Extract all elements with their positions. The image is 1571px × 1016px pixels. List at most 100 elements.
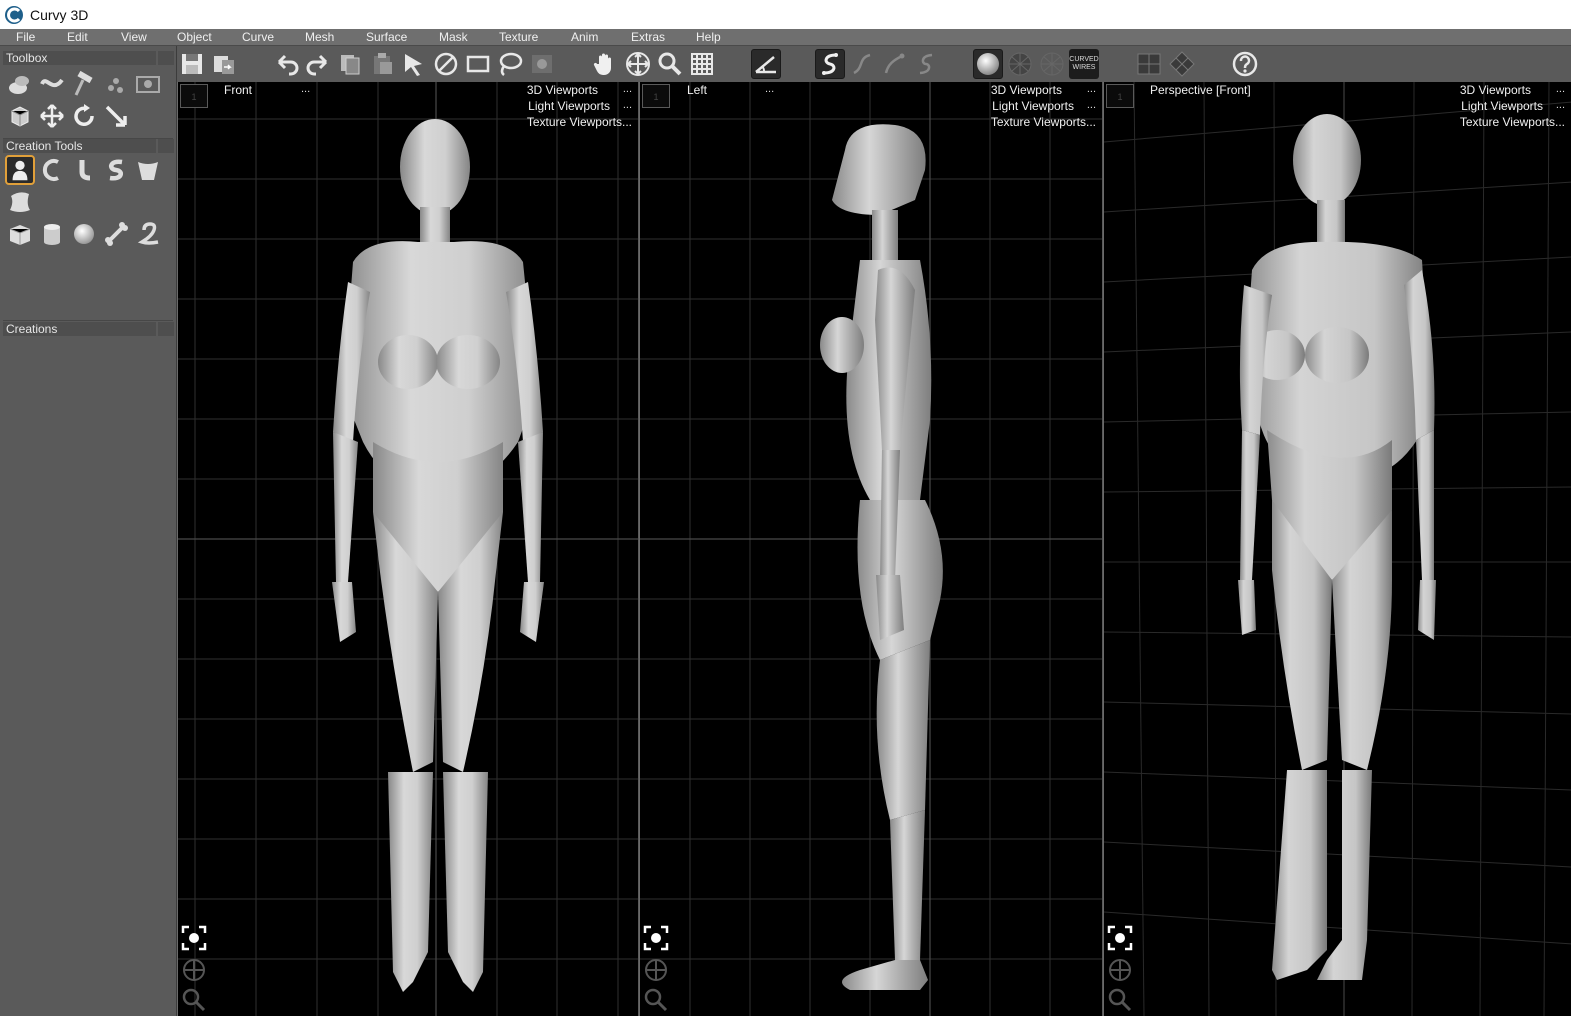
figure-front-model (332, 119, 544, 992)
tool-create-loft[interactable] (133, 155, 163, 185)
save-as-button[interactable] (209, 49, 239, 79)
link-texture-viewports[interactable]: Texture Viewports... (527, 115, 632, 129)
lasso-select-button[interactable] (495, 49, 525, 79)
ortho-view-button[interactable] (1167, 49, 1197, 79)
curved-wires-label-1: CURVED (1069, 56, 1099, 63)
tool-extrude[interactable] (5, 69, 35, 99)
link-light-viewports-dots[interactable]: ... (1087, 99, 1096, 111)
undo-button[interactable] (272, 49, 302, 79)
tool-create-lathe[interactable] (37, 155, 67, 185)
curved-wires-button[interactable]: CURVED WIRES (1069, 49, 1099, 79)
tool-create-patch[interactable] (5, 187, 35, 217)
link-3d-viewports[interactable]: 3D Viewports (991, 83, 1062, 97)
link-light-viewports[interactable]: Light Viewports (1461, 99, 1543, 113)
viewport-number[interactable]: 1 (1106, 84, 1134, 108)
menu-help[interactable]: Help (696, 30, 721, 44)
tool-scale[interactable] (101, 101, 131, 131)
wire-sphere-icon (1008, 52, 1032, 76)
angle-snap-button[interactable] (751, 49, 781, 79)
redo-button[interactable] (303, 49, 333, 79)
zoom-view-button[interactable] (1106, 986, 1134, 1014)
menu-extras[interactable]: Extras (631, 30, 665, 44)
tool-move[interactable] (37, 101, 67, 131)
viewport-number[interactable]: 1 (642, 84, 670, 108)
link-texture-viewports[interactable]: Texture Viewports... (991, 115, 1096, 129)
tool-snapshot[interactable] (133, 69, 163, 99)
viewport-options-dots[interactable]: ... (301, 83, 310, 95)
wireframe-shaded-button[interactable] (1005, 49, 1035, 79)
tool-create-figure[interactable] (5, 155, 35, 185)
help-icon (1232, 51, 1258, 77)
help-button[interactable] (1230, 49, 1260, 79)
link-3d-viewports[interactable]: 3D Viewports (1460, 83, 1531, 97)
zoom-view-button[interactable] (642, 986, 670, 1014)
select-button[interactable] (399, 49, 429, 79)
focus-button[interactable] (642, 924, 670, 952)
deselect-button[interactable] (431, 49, 461, 79)
orbit-button[interactable] (642, 956, 670, 984)
curve-draw-button[interactable] (815, 49, 845, 79)
viewport-options-dots[interactable]: ... (765, 83, 774, 95)
tool-box-select[interactable] (5, 101, 35, 131)
orbit-button[interactable] (1106, 956, 1134, 984)
grid-toggle-button[interactable] (687, 49, 717, 79)
mask-select-button[interactable] (527, 49, 557, 79)
move-view-button[interactable] (623, 49, 653, 79)
creation-tools-header[interactable]: Creation Tools (3, 139, 174, 153)
tool-create-cube[interactable] (5, 219, 35, 249)
menu-anim[interactable]: Anim (571, 30, 598, 44)
focus-button[interactable] (1106, 924, 1134, 952)
pan-button[interactable] (590, 49, 620, 79)
tool-points[interactable] (101, 69, 131, 99)
tool-create-sphere[interactable] (69, 219, 99, 249)
menu-view[interactable]: View (121, 30, 147, 44)
curve-edit-button[interactable] (879, 49, 909, 79)
viewport-front[interactable]: 1 Front ... 3D Viewports ... Light Viewp… (177, 82, 638, 1016)
wireframe-button[interactable] (1037, 49, 1067, 79)
viewport-left[interactable]: 1 Left ... 3D Viewports ... Light Viewpo… (639, 82, 1102, 1016)
curve-node-button[interactable] (911, 49, 941, 79)
zoom-view-button[interactable] (180, 986, 208, 1014)
tool-twist[interactable] (37, 69, 67, 99)
zoom-button[interactable] (655, 49, 685, 79)
menu-mesh[interactable]: Mesh (305, 30, 334, 44)
rect-select-button[interactable] (463, 49, 493, 79)
link-light-viewports[interactable]: Light Viewports (992, 99, 1074, 113)
copy-button[interactable] (335, 49, 365, 79)
viewport-number[interactable]: 1 (180, 84, 208, 108)
save-button[interactable] (177, 49, 207, 79)
link-3d-viewports-dots[interactable]: ... (623, 83, 632, 95)
tool-create-sweep[interactable] (101, 155, 131, 185)
focus-button[interactable] (180, 924, 208, 952)
link-3d-viewports[interactable]: 3D Viewports (527, 83, 598, 97)
link-light-viewports-dots[interactable]: ... (623, 99, 632, 111)
shaded-view-button[interactable] (973, 49, 1003, 79)
menu-texture[interactable]: Texture (499, 30, 538, 44)
creations-header[interactable]: Creations (3, 322, 174, 336)
menu-surface[interactable]: Surface (366, 30, 407, 44)
tool-create-curve-tube[interactable] (133, 219, 163, 249)
tool-create-tube[interactable] (69, 155, 99, 185)
single-view-button[interactable] (1134, 49, 1164, 79)
link-light-viewports-dots[interactable]: ... (1556, 99, 1565, 111)
link-texture-viewports[interactable]: Texture Viewports... (1460, 115, 1565, 129)
tool-create-cylinder[interactable] (37, 219, 67, 249)
tool-rotate[interactable] (69, 101, 99, 131)
toolbox-header[interactable]: Toolbox (3, 51, 174, 65)
menu-object[interactable]: Object (177, 30, 212, 44)
menu-file[interactable]: File (16, 30, 35, 44)
viewport-perspective[interactable]: 1 Perspective [Front] 3D Viewports ... L… (1103, 82, 1571, 1016)
curve-smooth-button[interactable] (847, 49, 877, 79)
orbit-button[interactable] (180, 956, 208, 984)
copy-icon (341, 55, 360, 75)
menu-curve[interactable]: Curve (242, 30, 274, 44)
tool-create-bone[interactable] (101, 219, 131, 249)
paste-icon (374, 53, 392, 74)
tool-hammer[interactable] (69, 69, 99, 99)
menu-mask[interactable]: Mask (439, 30, 468, 44)
link-3d-viewports-dots[interactable]: ... (1556, 83, 1565, 95)
paste-button[interactable] (367, 49, 397, 79)
link-3d-viewports-dots[interactable]: ... (1087, 83, 1096, 95)
menu-edit[interactable]: Edit (67, 30, 88, 44)
link-light-viewports[interactable]: Light Viewports (528, 99, 610, 113)
